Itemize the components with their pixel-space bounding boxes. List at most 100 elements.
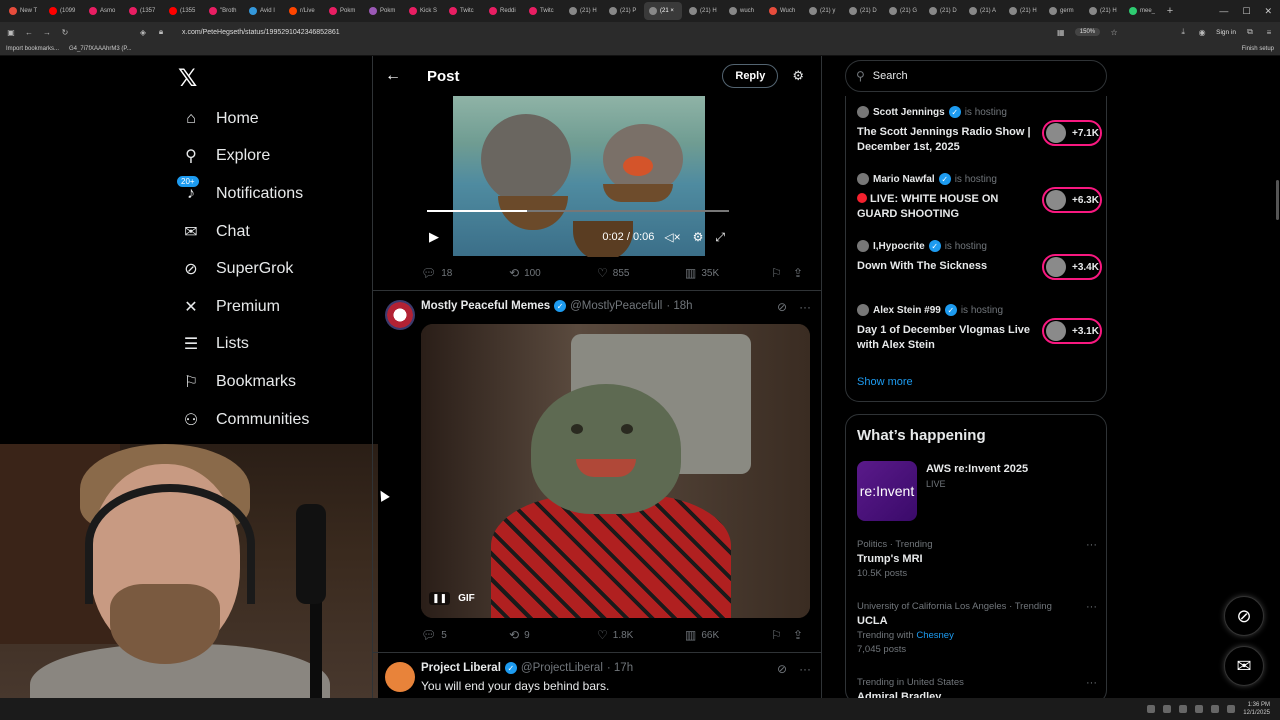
- show-more-link[interactable]: Show more: [857, 376, 913, 388]
- nav-item-notifications[interactable]: ♪ 20+ Notifications: [176, 175, 309, 213]
- grok-icon[interactable]: ⊘: [777, 662, 787, 676]
- browser-tab[interactable]: germ: [1044, 2, 1082, 20]
- like-action[interactable]: ♡ 1.8K: [597, 628, 685, 642]
- back-arrow-icon[interactable]: ←: [24, 28, 34, 37]
- minimize-icon[interactable]: —: [1219, 6, 1228, 17]
- video-player[interactable]: ▶ 0:02 / 0:06 ◁× ⚙ ⤢: [421, 92, 737, 257]
- reply-action[interactable]: 💬︎ 5: [421, 628, 509, 642]
- host-name[interactable]: Mario Nawfal: [873, 174, 935, 185]
- sidebar-toggle-icon[interactable]: ▣: [6, 28, 16, 37]
- author-name[interactable]: Project Liberal: [421, 662, 501, 674]
- filter-icon[interactable]: ⚙︎: [792, 68, 804, 84]
- live-space-item[interactable]: Scott Jennings ✓ is hosting The Scott Jenni…: [857, 106, 1102, 155]
- browser-tab[interactable]: (21) H: [1004, 2, 1042, 20]
- share-action[interactable]: ⇪: [793, 628, 803, 642]
- author-handle[interactable]: @ProjectLiberal: [521, 662, 603, 674]
- browser-tab[interactable]: Avid I: [244, 2, 282, 20]
- trending-with-link[interactable]: Chesney: [916, 630, 954, 641]
- more-icon[interactable]: ···: [799, 300, 811, 314]
- repost-action[interactable]: ⟲ 9: [509, 628, 597, 642]
- x-logo-icon[interactable]: 𝕏: [178, 64, 197, 92]
- browser-tab[interactable]: (21) H: [1084, 2, 1122, 20]
- space-title[interactable]: Down With The Sickness: [857, 259, 1037, 274]
- browser-tab[interactable]: Kick S: [404, 2, 442, 20]
- close-icon[interactable]: ✕: [1264, 6, 1272, 17]
- more-icon[interactable]: ···: [1086, 677, 1097, 689]
- gif-media[interactable]: ❚❚ GIF: [421, 324, 810, 618]
- event-thumbnail[interactable]: re:Invent: [857, 461, 917, 521]
- nav-item-supergrok[interactable]: ⊘ SuperGrok: [180, 250, 309, 288]
- host-name[interactable]: I,Hypocrite: [873, 241, 925, 252]
- tray-icon[interactable]: [1179, 705, 1188, 713]
- play-icon[interactable]: ▶: [429, 229, 439, 245]
- finish-setup-button[interactable]: Finish setup: [1242, 46, 1274, 52]
- space-title[interactable]: The Scott Jennings Radio Show | December…: [857, 125, 1037, 155]
- more-icon[interactable]: ···: [1086, 601, 1097, 613]
- bookmark-action[interactable]: ⚐: [771, 266, 793, 280]
- browser-tab[interactable]: Pokm: [324, 2, 362, 20]
- nav-item-chat[interactable]: ✉ Chat: [180, 213, 309, 251]
- browser-tab[interactable]: Twitc: [444, 2, 482, 20]
- space-title[interactable]: LIVE: WHITE HOUSE ON GUARD SHOOTING: [857, 192, 1037, 222]
- browser-tab[interactable]: (21) H: [684, 2, 722, 20]
- scrollbar[interactable]: [1276, 180, 1279, 220]
- author-handle[interactable]: @MostlyPeacefull: [570, 300, 662, 312]
- author-name[interactable]: Mostly Peaceful Memes: [421, 300, 550, 312]
- listener-count-pill[interactable]: +3.4K: [1042, 254, 1102, 280]
- browser-tab[interactable]: (1355: [164, 2, 202, 20]
- nav-item-home[interactable]: ⌂ Home: [180, 100, 309, 138]
- live-space-item[interactable]: Mario Nawfal ✓ is hosting LIVE: WHITE HOUSE…: [857, 173, 1102, 222]
- browser-tab[interactable]: New T: [4, 2, 42, 20]
- menu-icon[interactable]: ≡: [1264, 28, 1274, 37]
- messages-fab-button[interactable]: ✉: [1224, 646, 1264, 686]
- speaker-icon[interactable]: [1227, 705, 1236, 713]
- event-title[interactable]: AWS re:Invent 2025: [926, 463, 1028, 475]
- browser-tab[interactable]: Asmo: [84, 2, 122, 20]
- shield-icon[interactable]: ◈: [138, 28, 148, 37]
- bookmark-import[interactable]: Import bookmarks...: [6, 46, 59, 52]
- bookmark-item[interactable]: G4_7i7fXAAAhrM3 (P...: [69, 46, 132, 52]
- grok-icon[interactable]: ⊘: [777, 300, 787, 314]
- url-field[interactable]: x.com/PeteHegseth/status/199529104234685…: [182, 29, 340, 36]
- trend-item[interactable]: University of California Los Angeles · T…: [857, 601, 1097, 655]
- zoom-level[interactable]: 150%: [1074, 28, 1101, 36]
- browser-tab[interactable]: Pokm: [364, 2, 402, 20]
- more-icon[interactable]: ···: [799, 662, 811, 676]
- browser-tab[interactable]: Wuch: [764, 2, 802, 20]
- live-space-item[interactable]: I,Hypocrite ✓ is hosting Down With The Sick…: [857, 240, 1102, 280]
- browser-tab[interactable]: (21) P: [604, 2, 642, 20]
- back-arrow-icon[interactable]: ←: [385, 67, 405, 85]
- listener-count-pill[interactable]: +6.3K: [1042, 187, 1102, 213]
- mute-icon[interactable]: ◁×: [664, 230, 680, 244]
- lock-icon[interactable]: 🔒︎: [156, 27, 166, 37]
- live-space-item[interactable]: Alex Stein #99 ✓ is hosting Day 1 of Decemb…: [857, 304, 1102, 353]
- forward-arrow-icon[interactable]: →: [42, 28, 52, 37]
- browser-tab[interactable]: (21) y: [804, 2, 842, 20]
- more-icon[interactable]: ···: [1086, 539, 1097, 551]
- post-time[interactable]: · 18h: [666, 300, 692, 312]
- browser-tab[interactable]: (21) G: [884, 2, 922, 20]
- search-input[interactable]: ⚲ Search: [845, 60, 1107, 92]
- star-icon[interactable]: ☆: [1109, 28, 1119, 37]
- video-progress-bar[interactable]: [427, 210, 729, 212]
- browser-tab[interactable]: r/Live: [284, 2, 322, 20]
- nav-item-lists[interactable]: ☰ Lists: [180, 326, 309, 364]
- browser-tab[interactable]: wuch: [724, 2, 762, 20]
- tray-icon[interactable]: [1195, 705, 1204, 713]
- views-action[interactable]: ▥ 66K: [685, 628, 771, 642]
- extensions-icon[interactable]: ⧉: [1245, 27, 1255, 37]
- listener-count-pill[interactable]: +7.1K: [1042, 120, 1102, 146]
- listener-count-pill[interactable]: +3.1K: [1042, 318, 1102, 344]
- taskbar-clock[interactable]: 1:36 PM 12/1/2025: [1243, 701, 1270, 717]
- browser-tab[interactable]: (21 ×: [644, 2, 682, 20]
- grok-fab-button[interactable]: ⊘: [1224, 596, 1264, 636]
- download-icon[interactable]: ⤓: [1178, 27, 1188, 37]
- browser-tab[interactable]: (21) D: [844, 2, 882, 20]
- pause-icon[interactable]: ❚❚: [429, 592, 451, 605]
- space-title[interactable]: Day 1 of December Vlogmas Live with Alex…: [857, 323, 1037, 353]
- browser-tab[interactable]: Reddi: [484, 2, 522, 20]
- bookmark-action[interactable]: ⚐: [771, 628, 793, 642]
- nav-item-communities[interactable]: ⚇ Communities: [180, 401, 310, 439]
- browser-tab[interactable]: (21) H: [564, 2, 602, 20]
- post-time[interactable]: · 17h: [607, 662, 633, 674]
